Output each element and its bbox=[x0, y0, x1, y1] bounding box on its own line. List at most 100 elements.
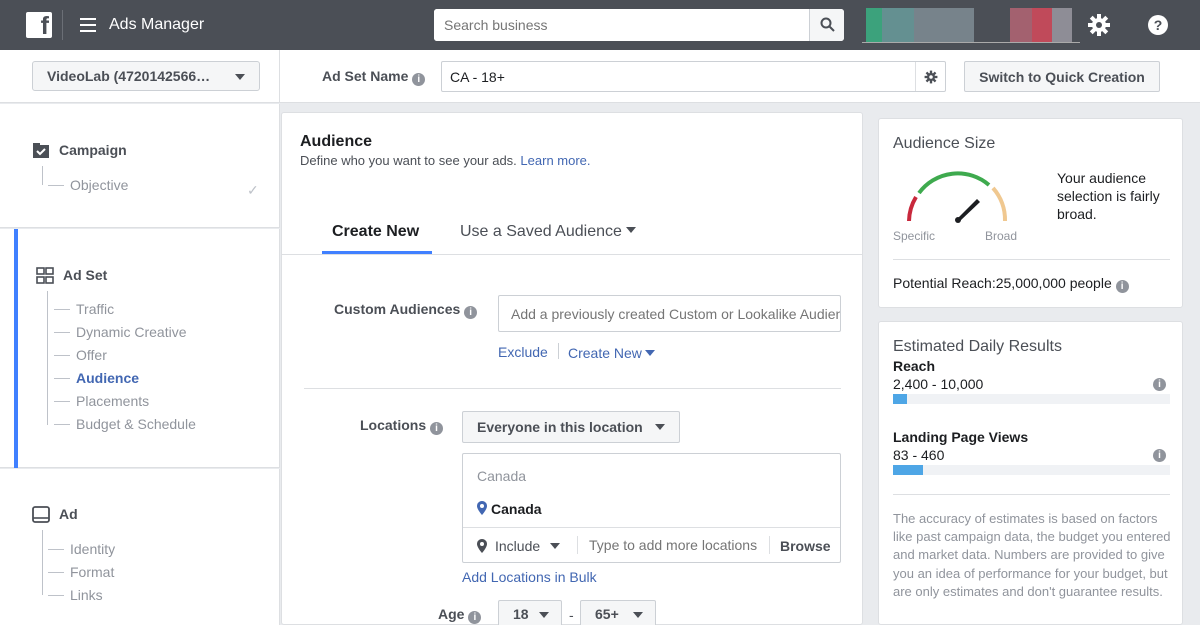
account-avatar-blur[interactable] bbox=[866, 8, 882, 42]
nav-campaign-label: Campaign bbox=[59, 142, 127, 158]
reach-label: Reach bbox=[893, 358, 936, 374]
account-underline bbox=[862, 42, 1080, 43]
age-label-text: Age bbox=[438, 606, 465, 622]
hamburger-icon[interactable] bbox=[80, 18, 96, 32]
location-add-row: Include Browse bbox=[463, 527, 840, 562]
info-icon[interactable]: i bbox=[468, 611, 482, 624]
nav-item-format[interactable]: Format bbox=[47, 564, 114, 580]
account-avatar-blur bbox=[882, 8, 914, 42]
grid-icon bbox=[36, 267, 54, 284]
divider bbox=[893, 494, 1170, 495]
separator bbox=[577, 536, 578, 554]
age-label: Age i bbox=[438, 606, 482, 624]
nav-item-placements[interactable]: Placements bbox=[53, 393, 149, 409]
landing-views-bar bbox=[893, 465, 1170, 475]
nav-item-links[interactable]: Links bbox=[48, 587, 103, 603]
active-section-indicator bbox=[14, 229, 18, 468]
search-button[interactable] bbox=[809, 9, 844, 41]
info-icon[interactable]: i bbox=[1115, 280, 1129, 293]
locations-label: Locations i bbox=[360, 417, 444, 435]
audience-size-card: Audience Size Specific Broad Your audien… bbox=[878, 118, 1183, 308]
gauge-label-specific: Specific bbox=[893, 229, 936, 243]
nav-item-objective[interactable]: Objective bbox=[47, 177, 128, 193]
link-separator bbox=[558, 343, 559, 359]
app-title[interactable]: Ads Manager bbox=[109, 16, 204, 34]
switch-quick-creation-button[interactable]: Switch to Quick Creation bbox=[964, 61, 1160, 92]
tab-saved-audience[interactable]: Use a Saved Audience bbox=[460, 223, 636, 241]
adset-name-label-text: Ad Set Name bbox=[322, 68, 409, 84]
separator bbox=[769, 536, 770, 554]
info-icon[interactable]: i bbox=[430, 422, 444, 435]
info-icon[interactable]: i bbox=[464, 306, 478, 319]
location-group-heading: Canada bbox=[477, 468, 527, 484]
landing-views-value: 83 - 460 bbox=[893, 447, 945, 463]
chevron-down-icon bbox=[550, 543, 561, 549]
account-name-blur bbox=[1032, 8, 1052, 42]
reach-bar bbox=[893, 394, 1170, 404]
gear-icon[interactable] bbox=[1087, 13, 1111, 37]
nav-adset-label: Ad Set bbox=[63, 267, 108, 283]
top-bar: f Ads Manager ? bbox=[0, 0, 1200, 50]
tab-create-new[interactable]: Create New bbox=[332, 223, 419, 241]
account-name-blur bbox=[1010, 8, 1032, 42]
adset-name-settings[interactable] bbox=[915, 62, 945, 91]
nav-item-audience[interactable]: Audience bbox=[53, 370, 139, 386]
nav-ad-label: Ad bbox=[59, 506, 78, 522]
location-type-selector[interactable]: Everyone in this location bbox=[462, 411, 680, 443]
landing-views-bar-fill bbox=[893, 465, 924, 475]
nav-item-budget-schedule[interactable]: Budget & Schedule bbox=[54, 416, 196, 432]
info-icon[interactable]: i bbox=[412, 73, 426, 86]
age-min-select[interactable]: 18 bbox=[498, 600, 562, 625]
browse-button[interactable]: Browse bbox=[780, 538, 831, 554]
nav-item-traffic[interactable]: Traffic bbox=[53, 301, 114, 317]
nav-item-dynamic-creative[interactable]: Dynamic Creative bbox=[53, 324, 186, 340]
locations-label-text: Locations bbox=[360, 417, 427, 433]
adset-name-bar: Ad Set Name i Switch to Quick Creation bbox=[280, 50, 1200, 103]
audience-subtitle-text: Define who you want to see your ads. bbox=[300, 153, 517, 168]
age-range-dash: - bbox=[569, 607, 574, 623]
learn-more-link[interactable]: Learn more. bbox=[520, 153, 590, 168]
exclude-link[interactable]: Exclude bbox=[498, 344, 548, 360]
estimated-results-title: Estimated Daily Results bbox=[893, 338, 1062, 355]
reach-bar-fill bbox=[893, 394, 907, 404]
gear-icon bbox=[924, 70, 938, 84]
nav-item-offer[interactable]: Offer bbox=[54, 347, 107, 363]
nav-adset-section: Ad Set Traffic Dynamic Creative Offer Au… bbox=[0, 229, 280, 468]
account-selector[interactable]: VideoLab (4720142566… bbox=[32, 61, 260, 91]
facebook-logo[interactable]: f bbox=[26, 12, 52, 40]
help-icon[interactable]: ? bbox=[1148, 15, 1168, 35]
create-new-link[interactable]: Create New bbox=[568, 345, 655, 361]
nav-ad-section: Ad Identity Format Links bbox=[0, 469, 280, 625]
nav-item-identity[interactable]: Identity bbox=[47, 541, 115, 557]
info-icon[interactable]: i bbox=[1153, 378, 1166, 391]
location-pin-icon bbox=[477, 539, 487, 553]
potential-reach: Potential Reach:25,000,000 people i bbox=[893, 275, 1129, 293]
include-selector[interactable]: Include bbox=[495, 538, 561, 554]
selected-location[interactable]: Canada bbox=[491, 501, 542, 517]
location-type-label: Everyone in this location bbox=[477, 419, 643, 435]
location-box: Canada Canada Include Browse bbox=[462, 453, 841, 563]
divider bbox=[893, 259, 1170, 260]
tree-line bbox=[42, 166, 43, 185]
location-search-input[interactable] bbox=[581, 530, 761, 560]
create-new-link-text: Create New bbox=[568, 345, 642, 361]
custom-audiences-input[interactable] bbox=[499, 296, 840, 331]
search-input[interactable] bbox=[434, 9, 808, 41]
custom-audiences-field bbox=[498, 295, 841, 332]
search-icon bbox=[820, 17, 835, 32]
adset-name-input[interactable] bbox=[442, 62, 902, 91]
age-max-select[interactable]: 65+ bbox=[580, 600, 656, 625]
account-selector-label: VideoLab (4720142566… bbox=[47, 68, 211, 84]
chevron-down-icon bbox=[633, 612, 643, 618]
audience-title: Audience bbox=[300, 133, 373, 150]
potential-reach-text: Potential Reach:25,000,000 people bbox=[893, 275, 1112, 291]
add-locations-bulk-link[interactable]: Add Locations in Bulk bbox=[462, 569, 597, 585]
location-pin-icon bbox=[477, 501, 487, 515]
audience-gauge bbox=[907, 171, 1008, 223]
estimated-results-card: Estimated Daily Results Reach 2,400 - 10… bbox=[878, 321, 1183, 625]
logo-glyph: f bbox=[40, 12, 49, 40]
info-icon[interactable]: i bbox=[1153, 449, 1166, 462]
topbar-divider bbox=[62, 10, 63, 40]
chevron-down-icon bbox=[539, 612, 549, 618]
audience-card: Audience Define who you want to see your… bbox=[281, 112, 863, 625]
